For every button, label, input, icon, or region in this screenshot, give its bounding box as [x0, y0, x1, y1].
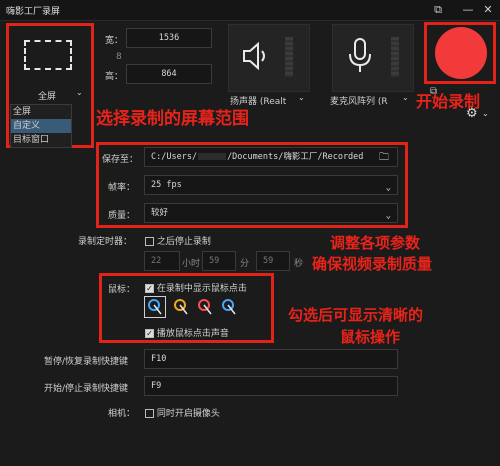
timer-seconds-input[interactable]: 59: [256, 251, 290, 271]
chevron-down-icon[interactable]: ⌄: [482, 109, 489, 118]
annotation-start-record: 开始录制: [416, 92, 481, 111]
annotation-select-range: 选择录制的屏幕范围: [96, 109, 249, 129]
timer-label: 录制定时器：: [78, 237, 133, 247]
microphone-icon: [349, 38, 371, 72]
folder-icon[interactable]: 🗀: [379, 150, 389, 167]
width-input[interactable]: 1536: [126, 28, 212, 48]
cursor-click-icon[interactable]: [170, 296, 192, 318]
timer-seconds-unit: 秒: [294, 259, 304, 269]
speaker-panel[interactable]: [228, 24, 310, 92]
start-record-button[interactable]: [435, 27, 487, 79]
minimize-icon[interactable]: —: [460, 2, 476, 18]
timer-hours-input[interactable]: 22: [144, 251, 180, 271]
region-mode-value: 全屏: [38, 92, 57, 102]
fps-dropdown[interactable]: 25 fps ⌄: [144, 175, 398, 195]
cursor-click-icon[interactable]: [218, 296, 240, 318]
fps-label: 帧率：: [108, 183, 136, 193]
click-sound-checkbox[interactable]: 播放鼠标点击声音: [145, 326, 229, 339]
camera-checkbox-label: 同时开启摄像头: [156, 409, 220, 419]
cursor-click-icon[interactable]: [194, 296, 216, 318]
timer-checkbox[interactable]: 之后停止录制: [145, 234, 211, 247]
timer-minutes-input[interactable]: 59: [202, 251, 236, 271]
pause-hotkey-input[interactable]: F10: [144, 349, 398, 369]
width-label: 宽：: [105, 36, 124, 46]
save-path-input[interactable]: C:/Users/ /Documents/嗨影工厂/Recorded: [144, 147, 398, 167]
chevron-down-icon[interactable]: ⌄: [402, 93, 409, 102]
save-path-suffix: /Documents/嗨影工厂/Recorded: [227, 152, 364, 162]
height-label: 高：: [105, 72, 124, 82]
timer-hours-unit: 小时: [182, 259, 201, 269]
chevron-down-icon[interactable]: ⌄: [298, 93, 305, 102]
annotation-adjust-line1: 调整各项参数: [330, 234, 421, 252]
cursor-style-options[interactable]: [144, 296, 240, 318]
startstop-hotkey-label: 开始/停止录制快捷键: [44, 384, 129, 394]
timer-minutes-unit: 分: [240, 259, 250, 269]
click-sound-label: 播放鼠标点击声音: [156, 329, 229, 339]
annotation-adjust-line2: 确保视频录制质量: [312, 255, 433, 273]
aspect-link-icon[interactable]: 8: [116, 52, 122, 62]
chevron-down-icon: ⌄: [385, 211, 391, 221]
close-icon[interactable]: ✕: [480, 2, 496, 18]
save-path-label: 保存至：: [102, 155, 139, 165]
pause-hotkey-label: 暂停/恢复录制快捷键: [44, 357, 129, 367]
microphone-device-label[interactable]: 麦克风阵列 (R: [330, 94, 388, 107]
quality-value: 较好: [151, 208, 169, 218]
region-mode-dropdown[interactable]: 全屏 ⌄: [10, 88, 90, 102]
microphone-panel[interactable]: [332, 24, 414, 92]
region-option-fullscreen[interactable]: 全屏: [11, 105, 71, 119]
redacted-username: [198, 153, 227, 160]
window-title: 嗨影工厂录屏: [6, 7, 61, 17]
region-option-window[interactable]: 目标窗口: [11, 133, 71, 147]
startstop-hotkey-input[interactable]: F9: [144, 376, 398, 396]
title-bar: [0, 0, 500, 21]
fullscreen-region-icon[interactable]: [24, 40, 72, 70]
camera-label: 相机：: [108, 409, 136, 419]
cursor-click-icon[interactable]: [144, 296, 166, 318]
microphone-volume-meter[interactable]: [391, 37, 399, 77]
camera-checkbox[interactable]: 同时开启摄像头: [145, 406, 220, 419]
show-clicks-label: 在录制中显示鼠标点击: [156, 284, 247, 294]
region-mode-menu: 全屏 自定义 目标窗口: [10, 104, 72, 148]
show-clicks-checkbox[interactable]: 在录制中显示鼠标点击: [145, 281, 247, 294]
annotation-mouse-line2: 鼠标操作: [340, 328, 401, 346]
timer-checkbox-label: 之后停止录制: [156, 237, 211, 247]
quality-dropdown[interactable]: 较好 ⌄: [144, 203, 398, 223]
chevron-down-icon: ⌄: [76, 88, 83, 97]
save-path-prefix: C:/Users/: [151, 152, 198, 162]
mouse-label: 鼠标：: [108, 285, 136, 295]
chevron-down-icon: ⌄: [385, 183, 391, 193]
speaker-volume-meter[interactable]: [285, 37, 293, 77]
fps-value: 25 fps: [151, 180, 182, 190]
quality-label: 质量：: [108, 211, 136, 221]
speaker-icon: [243, 41, 265, 71]
region-option-custom[interactable]: 自定义: [11, 119, 71, 133]
annotation-mouse-line1: 勾选后可显示清晰的: [288, 306, 424, 324]
restore-icon[interactable]: ⧉: [430, 2, 446, 18]
height-input[interactable]: 864: [126, 64, 212, 84]
